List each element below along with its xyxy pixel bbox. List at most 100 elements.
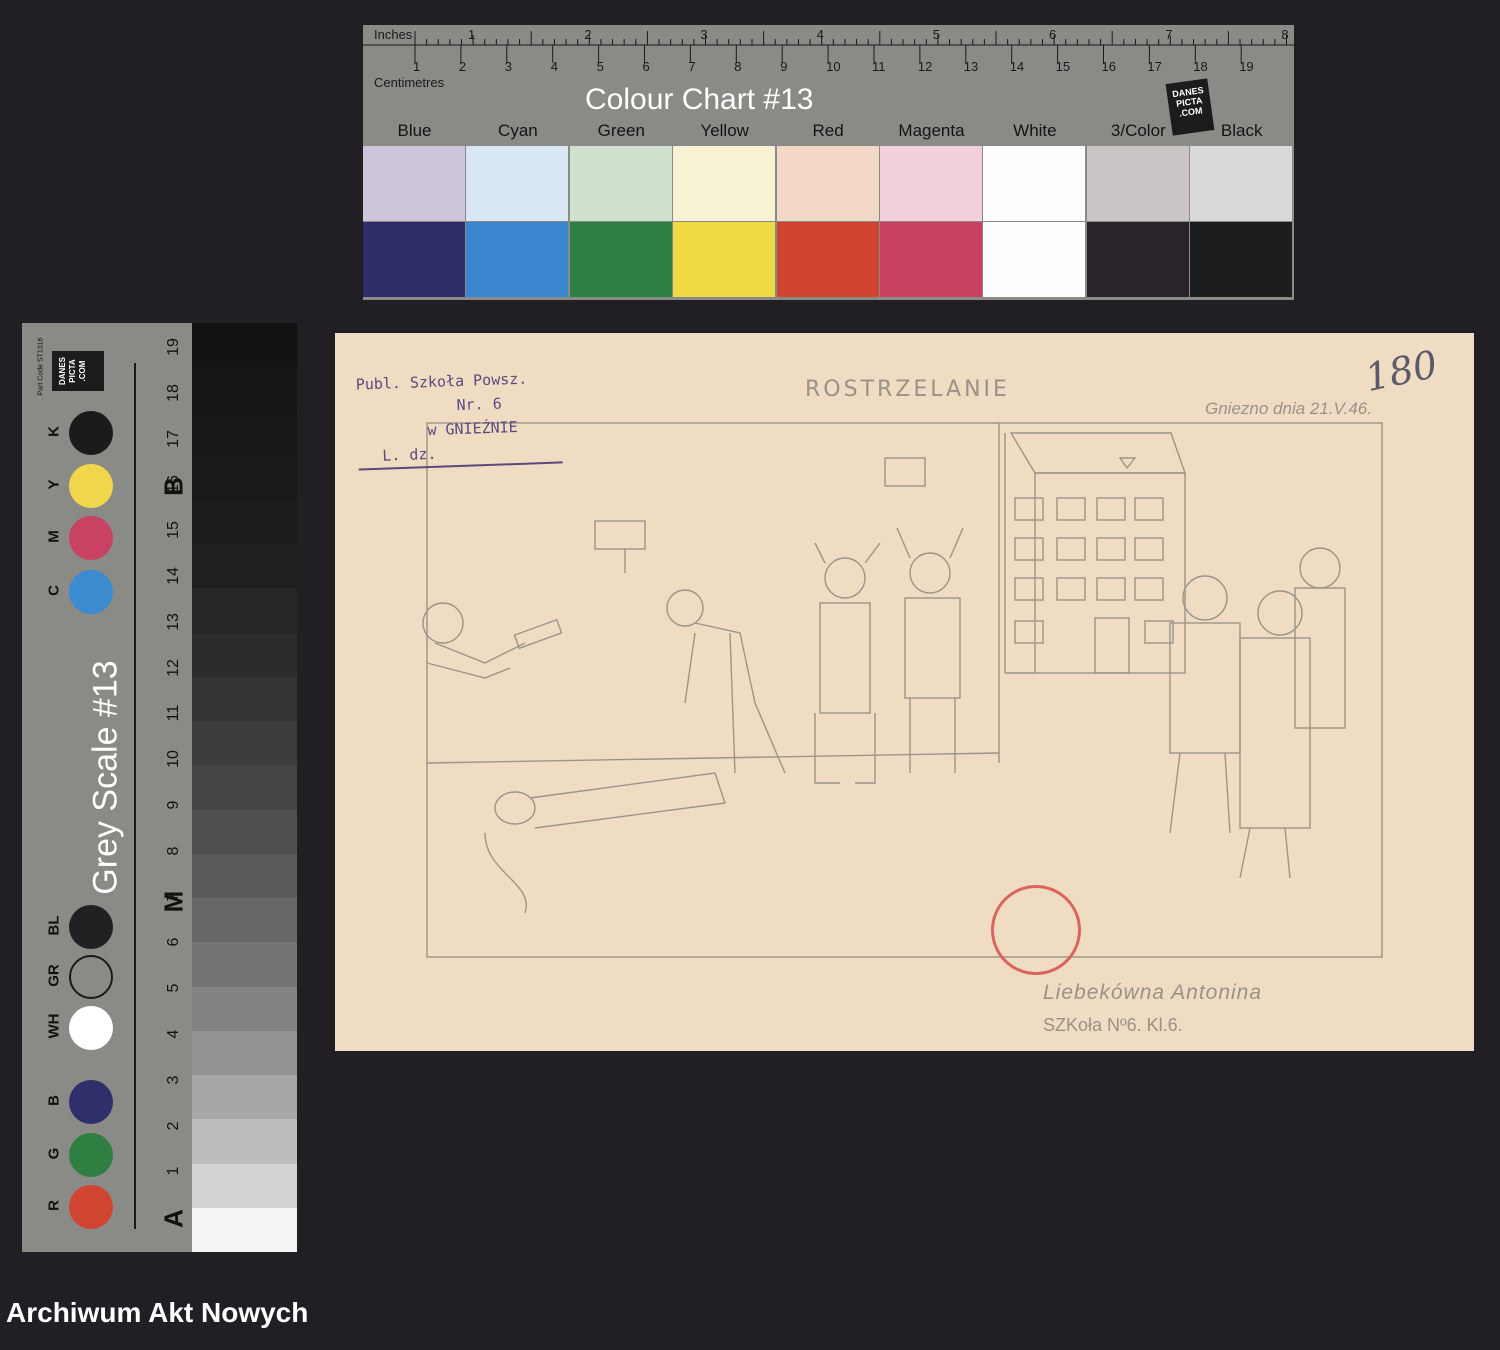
inch-mark: 4: [816, 27, 824, 42]
inch-mark: 2: [584, 27, 592, 42]
patch-label: K: [45, 426, 63, 437]
signature-name: Liebekówna Antonina: [1043, 981, 1263, 1004]
grey-step: [192, 544, 297, 589]
step-number: 2: [165, 1121, 182, 1131]
grey-scale-title: Grey Scale #13: [86, 660, 125, 895]
part-code: Part Code ST1316: [37, 337, 45, 396]
swatch-light: [1190, 146, 1293, 221]
cm-mark: 1: [413, 59, 421, 74]
building: [1004, 432, 1186, 674]
cm-mark: 18: [1193, 59, 1208, 74]
danes-picta-logo: DANES PICTA .COM: [52, 351, 104, 391]
zone-letter: M: [158, 890, 189, 913]
step-number: 9: [165, 800, 182, 810]
grey-step: [192, 455, 297, 501]
cm-mark: 14: [1009, 59, 1025, 74]
cm-mark: 2: [458, 59, 467, 74]
swatch-light: [983, 146, 1086, 221]
step-number: 4: [165, 1029, 182, 1039]
grey-step: [192, 323, 297, 368]
step-number: 15: [165, 521, 182, 540]
cm-mark: 12: [917, 59, 933, 74]
step-number: 19: [165, 338, 182, 356]
grey-step: [192, 499, 297, 545]
officer-figure: [1239, 590, 1311, 879]
colour-patch: [69, 955, 113, 999]
colour-chart-title: Colour Chart #13: [585, 83, 814, 116]
colour-patch: [69, 516, 113, 560]
swatch-light: [569, 146, 672, 221]
swatch-dark: [983, 222, 1086, 297]
prisoner-bending: [666, 589, 786, 774]
prisoner-hands-up: [814, 542, 881, 784]
colour-patch: [69, 1006, 113, 1050]
colour-patch: [69, 1133, 113, 1177]
step-number: 14: [165, 567, 182, 585]
colour-chart: Inches Centimetres 12345678 1 2 3 4 5 6 7 8 9 10 1…: [363, 25, 1294, 300]
archive-stamp: [991, 885, 1081, 975]
swatch-dark: [673, 222, 776, 297]
cm-mark: 8: [734, 59, 742, 74]
swatch-dark: [1190, 222, 1293, 297]
step-number: 8: [165, 846, 182, 856]
swatch-light: [363, 146, 465, 221]
bricks: [594, 520, 646, 550]
step-number: 10: [165, 750, 182, 769]
inches-label: Inches: [374, 27, 413, 42]
patch-label: BL: [45, 915, 63, 936]
swatch-label: Green: [597, 121, 645, 140]
zone-letter: B: [158, 477, 189, 496]
cm-mark: 19: [1239, 59, 1254, 74]
grey-step: [192, 1207, 297, 1253]
grey-step-strip: [192, 323, 297, 1253]
swatch-light: [776, 146, 879, 221]
inch-mark: 3: [700, 27, 708, 42]
drawing-title: ROSTRZELANIE: [805, 377, 1010, 402]
swatch-label: Red: [812, 121, 844, 140]
officer-figure: [1169, 575, 1241, 834]
cm-mark: 15: [1055, 59, 1071, 74]
ground-line: [426, 752, 1000, 764]
divider-line: [134, 363, 136, 1229]
step-number: 3: [165, 1075, 182, 1085]
step-number: 5: [165, 983, 182, 993]
cm-mark: 13: [963, 59, 979, 74]
colour-patch: [69, 464, 113, 508]
step-number: 1: [165, 1166, 182, 1176]
signature-class: SZKoła Nº6. Kl.6.: [1043, 1015, 1183, 1035]
cm-mark: 17: [1147, 59, 1162, 74]
swatch-dark: [363, 222, 465, 297]
grey-step: [192, 411, 297, 457]
swatch-dark: [776, 222, 879, 297]
inch-mark: 7: [1165, 27, 1173, 42]
patch-label: Y: [45, 479, 63, 490]
patch-label: GR: [45, 964, 63, 987]
colour-patch: [69, 905, 113, 949]
colour-patch: [69, 570, 113, 614]
step-number: 18: [165, 383, 182, 402]
swatch-label: Black: [1220, 121, 1263, 140]
grey-step: [192, 676, 297, 722]
inch-mark: 8: [1281, 27, 1289, 42]
grey-step: [192, 721, 297, 766]
ruler: Inches Centimetres 12345678 1 2 3 4 5 6 7 8 9 10 1…: [363, 25, 1294, 90]
cm-mark: 10: [826, 59, 841, 74]
patch-label: B: [45, 1095, 63, 1106]
patch-label: G: [45, 1147, 63, 1160]
swatch-light: [466, 146, 569, 221]
date-note: Gniezno dnia 21.V.46.: [1205, 399, 1372, 418]
inch-mark: 6: [1049, 27, 1057, 42]
bricks: [884, 457, 926, 487]
colour-patch: [69, 1185, 113, 1229]
grey-step: [192, 942, 297, 988]
swatch-dark: [880, 222, 982, 297]
inch-mark: 1: [468, 27, 476, 42]
swatch-label: Magenta: [898, 121, 965, 140]
step-number: 17: [165, 429, 182, 448]
cm-mark: 4: [550, 59, 558, 74]
grey-step: [192, 1030, 297, 1076]
grey-step: [192, 632, 297, 678]
swatch-dark: [1086, 222, 1189, 297]
archive-footer-label: Archiwum Akt Nowych: [6, 1297, 309, 1328]
swatch-light: [1086, 146, 1189, 221]
